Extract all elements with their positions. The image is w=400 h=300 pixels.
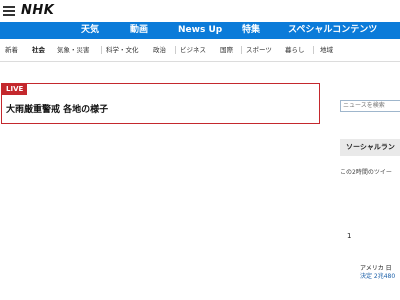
live-title[interactable]: 大雨厳重警戒 各地の様子 [6, 102, 108, 115]
category-divider [101, 46, 102, 54]
social-ranking-heading: ソーシャルラン [340, 139, 400, 156]
nav-item-news-up[interactable]: News Up [178, 22, 222, 39]
category-nav: 新着 社会 気象・災害 科学・文化 政治 ビジネス 国際 スポーツ 暮らし 地域 [0, 39, 400, 62]
nav-item-weather[interactable]: 天気 [81, 22, 99, 39]
live-banner[interactable]: LIVE 大雨厳重警戒 各地の様子 [1, 83, 320, 124]
category-business[interactable]: ビジネス [180, 39, 206, 61]
category-divider [313, 46, 314, 54]
news-search-input[interactable] [340, 100, 400, 112]
category-living[interactable]: 暮らし [285, 39, 305, 61]
ranking-number: 1 [347, 232, 352, 240]
category-science-culture[interactable]: 科学・文化 [106, 39, 139, 61]
category-divider [241, 46, 242, 54]
category-new[interactable]: 新着 [5, 39, 18, 61]
category-sports[interactable]: スポーツ [246, 39, 272, 61]
category-society[interactable]: 社会 [32, 39, 45, 61]
category-regional[interactable]: 地域 [320, 39, 333, 61]
category-international[interactable]: 国際 [220, 39, 233, 61]
live-badge: LIVE [2, 84, 28, 95]
category-politics[interactable]: 政治 [153, 39, 166, 61]
nav-item-video[interactable]: 動画 [130, 22, 148, 39]
social-ranking-subtitle: この2時間のツイー [340, 169, 392, 176]
category-weather-disaster[interactable]: 気象・災害 [57, 39, 90, 61]
site-header: NHK [0, 0, 400, 23]
nav-item-features[interactable]: 特集 [242, 22, 260, 39]
nhk-logo[interactable]: NHK [21, 3, 54, 18]
category-divider [175, 46, 176, 54]
menu-icon[interactable] [3, 6, 15, 16]
main-nav: 天気 動画 News Up 特集 スペシャルコンテンツ [0, 22, 400, 39]
nav-item-special-contents[interactable]: スペシャルコンテンツ [288, 22, 377, 39]
ranking-item-link[interactable]: 決定 2兆480 [360, 271, 395, 280]
